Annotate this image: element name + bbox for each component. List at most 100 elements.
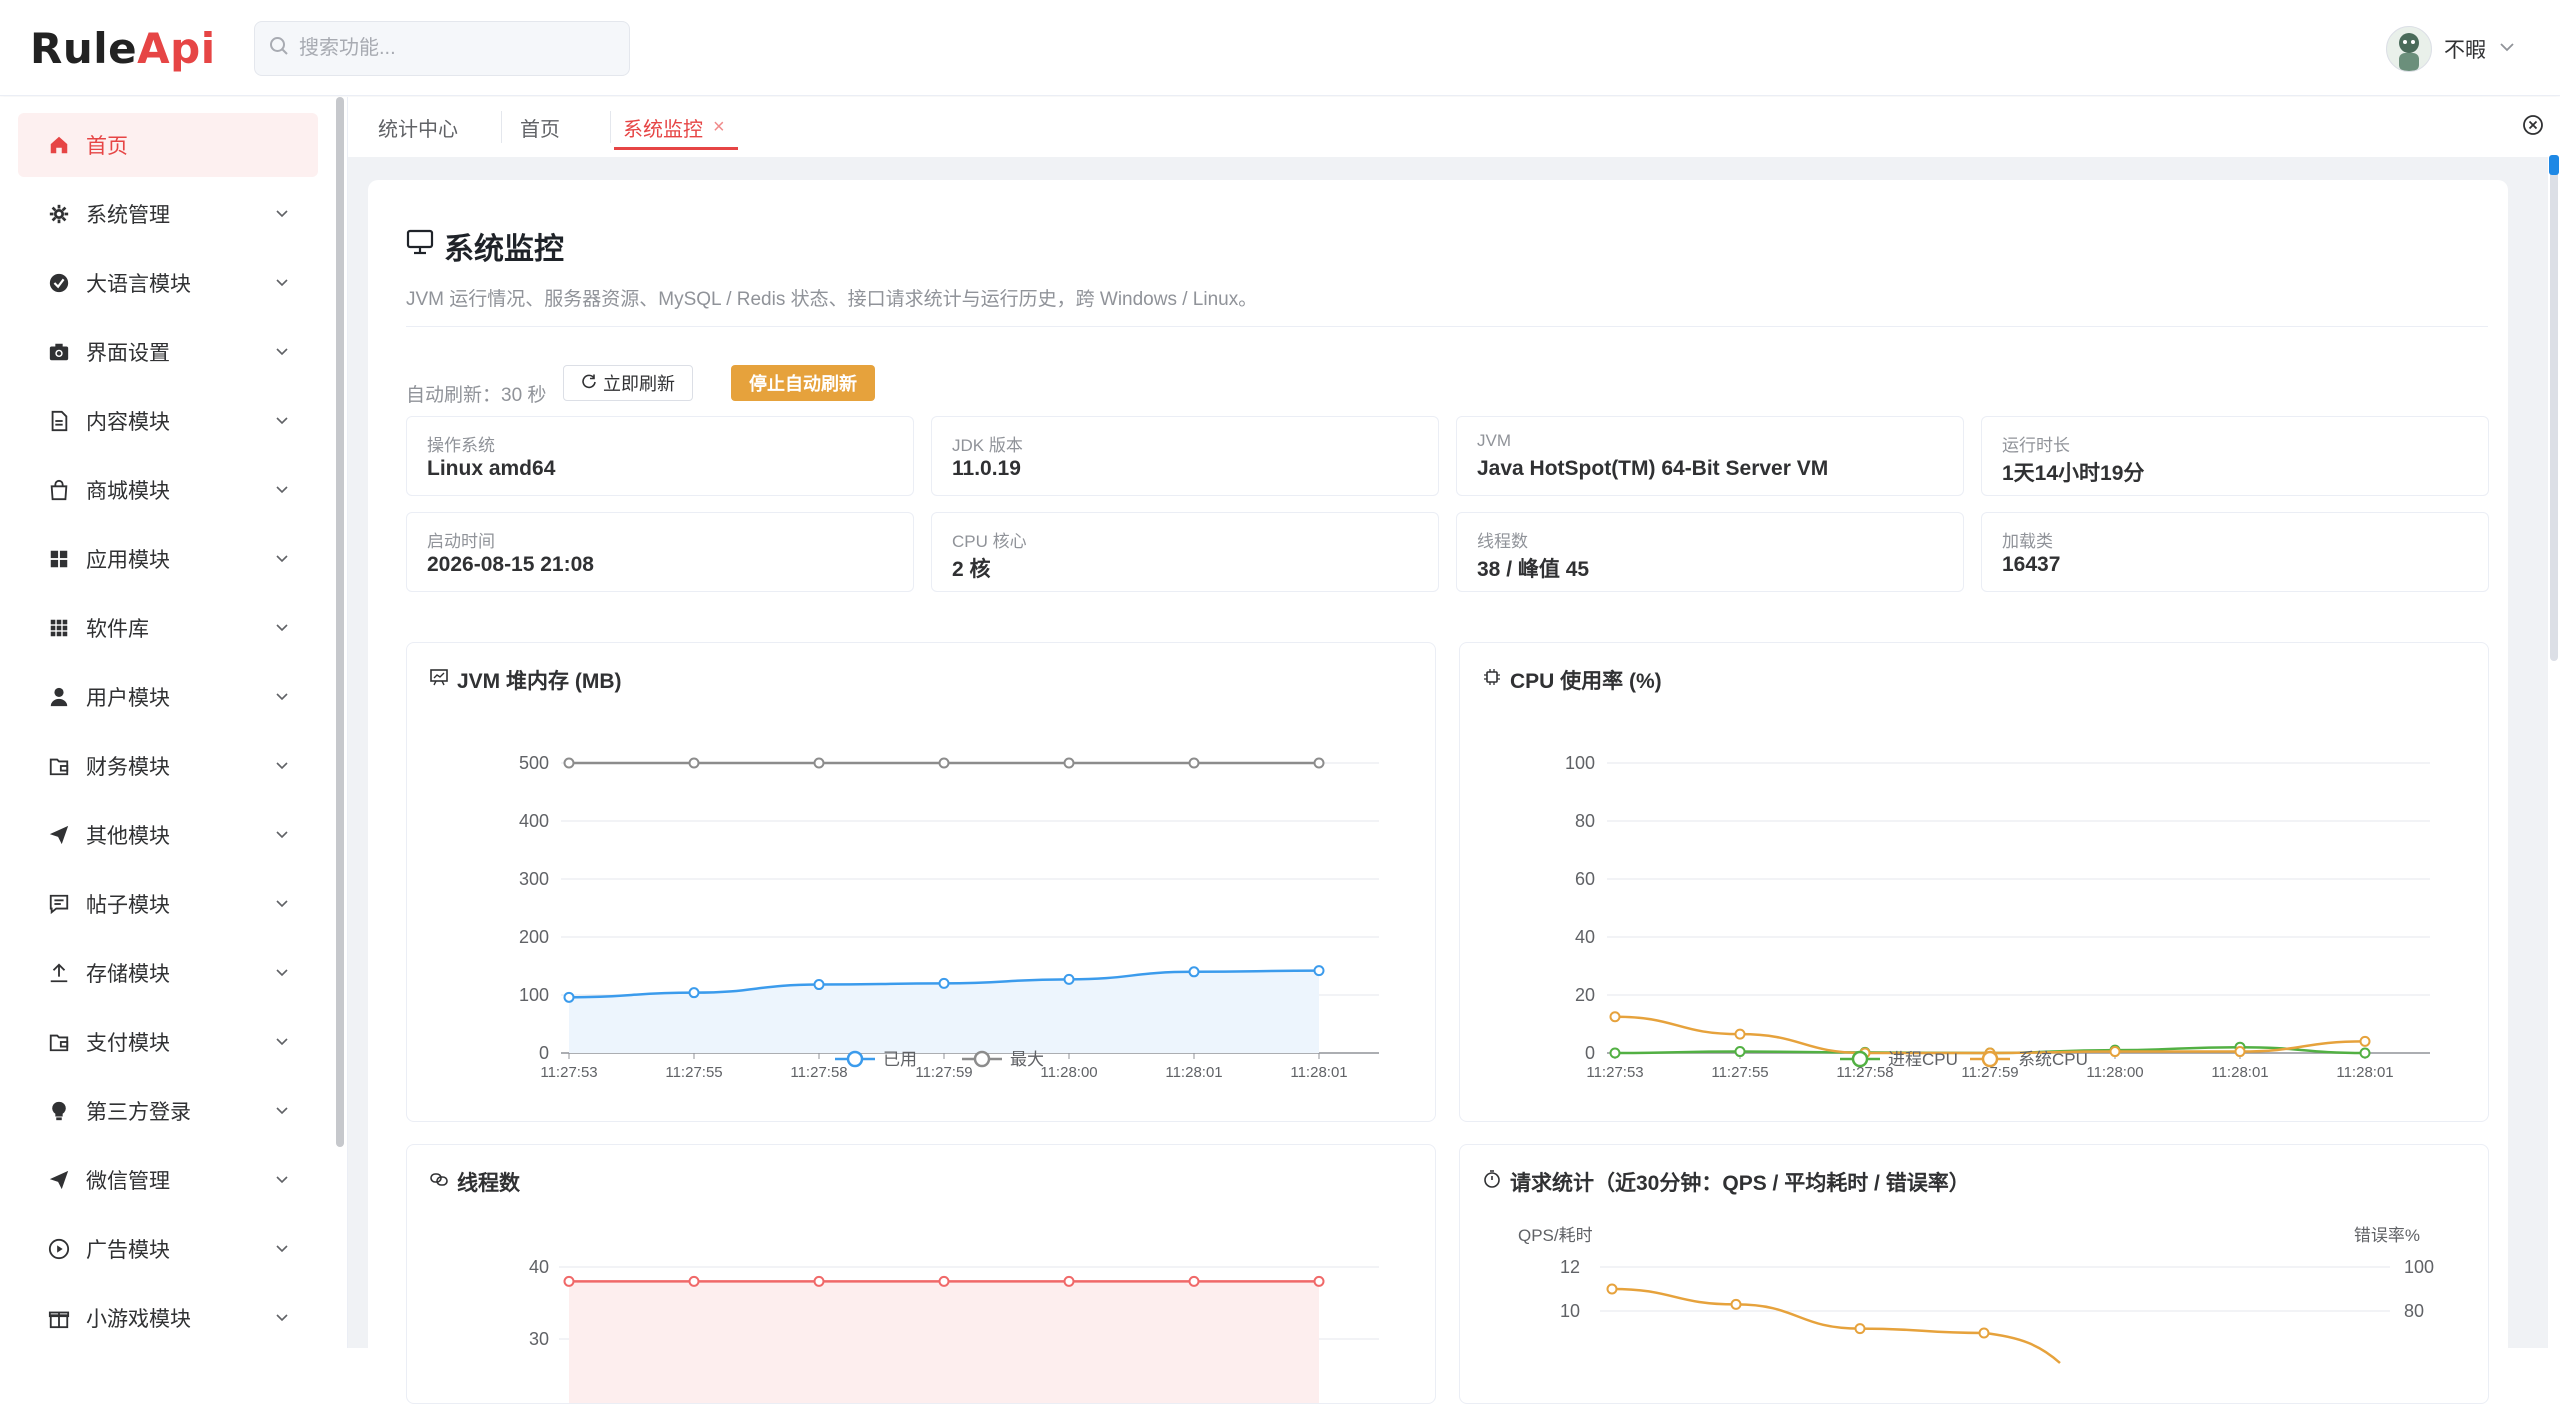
bulb-icon	[46, 1098, 72, 1124]
chart-card-threads: 40 30 线程数	[406, 1144, 1436, 1404]
data-point	[2234, 1046, 2246, 1058]
x-tick-label: 11:27:53	[540, 1064, 597, 1081]
info-card-jdk: JDK 版本 11.0.19	[931, 416, 1439, 496]
data-point	[1063, 973, 1075, 985]
chevron-down-icon[interactable]	[274, 756, 290, 780]
thread-count-chart[interactable]: 40 30	[407, 1145, 1436, 1404]
y2-tick-label: 80	[2404, 1301, 2424, 1321]
info-card-jvm: JVM Java HotSpot(TM) 64-Bit Server VM	[1456, 416, 1964, 496]
wallet-icon	[46, 1029, 72, 1055]
sidebar-item-3[interactable]: 界面设置	[18, 320, 318, 384]
app-logo[interactable]: RuleApi	[30, 24, 216, 73]
chevron-down-icon[interactable]	[2498, 38, 2516, 61]
top-header: RuleApi 不暇	[0, 0, 2560, 96]
search-box[interactable]	[254, 21, 630, 76]
chevron-down-icon[interactable]	[274, 963, 290, 987]
main-scrollbar-thumb[interactable]	[2550, 155, 2558, 661]
presentation-icon	[429, 667, 457, 693]
sidebar-item-15[interactable]: 微信管理	[18, 1148, 318, 1212]
link-icon	[429, 1169, 457, 1195]
data-point	[2359, 1047, 2371, 1059]
sidebar-item-8[interactable]: 用户模块	[18, 665, 318, 729]
shopping-bag-icon	[46, 477, 72, 503]
chevron-down-icon[interactable]	[274, 618, 290, 642]
chevron-down-icon[interactable]	[274, 687, 290, 711]
active-tab-indicator	[614, 147, 738, 150]
x-tick-label: 11:28:00	[1040, 1064, 1097, 1081]
legend-item-0[interactable]: 进程CPU	[1840, 1050, 1958, 1069]
sidebar-item-2[interactable]: 大语言模块	[18, 251, 318, 315]
sidebar-item-1[interactable]: 系统管理	[18, 182, 318, 246]
tab-stats-center[interactable]: 统计中心	[378, 97, 458, 157]
sidebar-item-16[interactable]: 广告模块	[18, 1217, 318, 1281]
close-all-tabs-icon[interactable]	[2522, 114, 2544, 141]
sidebar-item-label: 小游戏模块	[86, 1308, 191, 1331]
document-icon	[46, 408, 72, 434]
monitor-icon	[406, 228, 444, 264]
upload-icon	[46, 960, 72, 986]
search-icon	[269, 36, 289, 61]
chevron-down-icon[interactable]	[274, 1239, 290, 1263]
cpu-chip-icon	[1482, 667, 1510, 693]
refresh-now-button[interactable]: 立即刷新	[563, 365, 693, 401]
grid-icon	[46, 546, 72, 572]
data-point	[938, 1275, 950, 1287]
y-tick-label: 60	[1575, 869, 1595, 889]
info-card-os: 操作系统 Linux amd64	[406, 416, 914, 496]
chevron-down-icon[interactable]	[274, 342, 290, 366]
page-title: 系统监控	[406, 224, 564, 268]
sidebar-item-11[interactable]: 帖子模块	[18, 872, 318, 936]
sidebar-item-6[interactable]: 应用模块	[18, 527, 318, 591]
sidebar-item-17[interactable]: 小游戏模块	[18, 1286, 318, 1348]
sidebar-item-label: 支付模块	[86, 1032, 170, 1055]
chevron-down-icon[interactable]	[274, 411, 290, 435]
sidebar-scrollbar[interactable]	[336, 97, 344, 1147]
chevron-down-icon[interactable]	[274, 825, 290, 849]
data-point	[688, 987, 700, 999]
search-input[interactable]	[299, 37, 599, 60]
sidebar-item-7[interactable]: 软件库	[18, 596, 318, 660]
y-tick-label: 20	[1575, 985, 1595, 1005]
play-circle-icon	[46, 1236, 72, 1262]
data-point	[813, 979, 825, 991]
chevron-down-icon[interactable]	[274, 273, 290, 297]
sidebar-item-label: 首页	[86, 135, 128, 158]
chevron-down-icon[interactable]	[274, 894, 290, 918]
chevron-down-icon[interactable]	[274, 1101, 290, 1125]
data-point	[1978, 1327, 1990, 1339]
data-point	[1188, 966, 1200, 978]
avatar[interactable]	[2386, 26, 2432, 72]
x-tick-label: 11:27:59	[915, 1064, 972, 1081]
data-point	[813, 757, 825, 769]
heap-memory-chart[interactable]: 0 100 200 300 400 500 11:27:53 11:27:55 11:27:58…	[407, 643, 1436, 1122]
chevron-down-icon[interactable]	[274, 480, 290, 504]
sidebar-item-14[interactable]: 第三方登录	[18, 1079, 318, 1143]
apps-icon	[46, 615, 72, 641]
chevron-down-icon[interactable]	[274, 549, 290, 573]
sidebar-item-13[interactable]: 支付模块	[18, 1010, 318, 1074]
chevron-down-icon[interactable]	[274, 1032, 290, 1056]
sidebar-item-9[interactable]: 财务模块	[18, 734, 318, 798]
sidebar-item-4[interactable]: 内容模块	[18, 389, 318, 453]
tab-close-icon[interactable]: ×	[713, 116, 725, 139]
paper-plane-icon	[46, 822, 72, 848]
sidebar-item-label: 微信管理	[86, 1170, 170, 1193]
sidebar-item-5[interactable]: 商城模块	[18, 458, 318, 522]
sidebar-item-12[interactable]: 存储模块	[18, 941, 318, 1005]
stop-auto-refresh-button[interactable]: 停止自动刷新	[731, 365, 875, 401]
legend-item-1[interactable]: 系统CPU	[1970, 1050, 2088, 1069]
user-menu[interactable]: 不暇	[2386, 24, 2516, 74]
chevron-down-icon[interactable]	[274, 1170, 290, 1194]
sidebar-item-10[interactable]: 其他模块	[18, 803, 318, 867]
scroll-position-indicator	[2549, 155, 2559, 175]
tab-home[interactable]: 首页	[520, 97, 560, 157]
check-circle-icon	[46, 270, 72, 296]
sidebar-item-0[interactable]: 首页	[18, 113, 318, 177]
chevron-down-icon[interactable]	[274, 204, 290, 228]
cpu-usage-chart[interactable]: 0 20 40 60 80 100 11:27:53 11:27:55 11:27:58 11:2…	[1460, 643, 2489, 1122]
chevron-down-icon[interactable]	[274, 1308, 290, 1332]
data-point	[1730, 1298, 1742, 1310]
user-name[interactable]: 不暇	[2444, 34, 2486, 64]
data-point	[1734, 1046, 1746, 1058]
data-point	[938, 977, 950, 989]
